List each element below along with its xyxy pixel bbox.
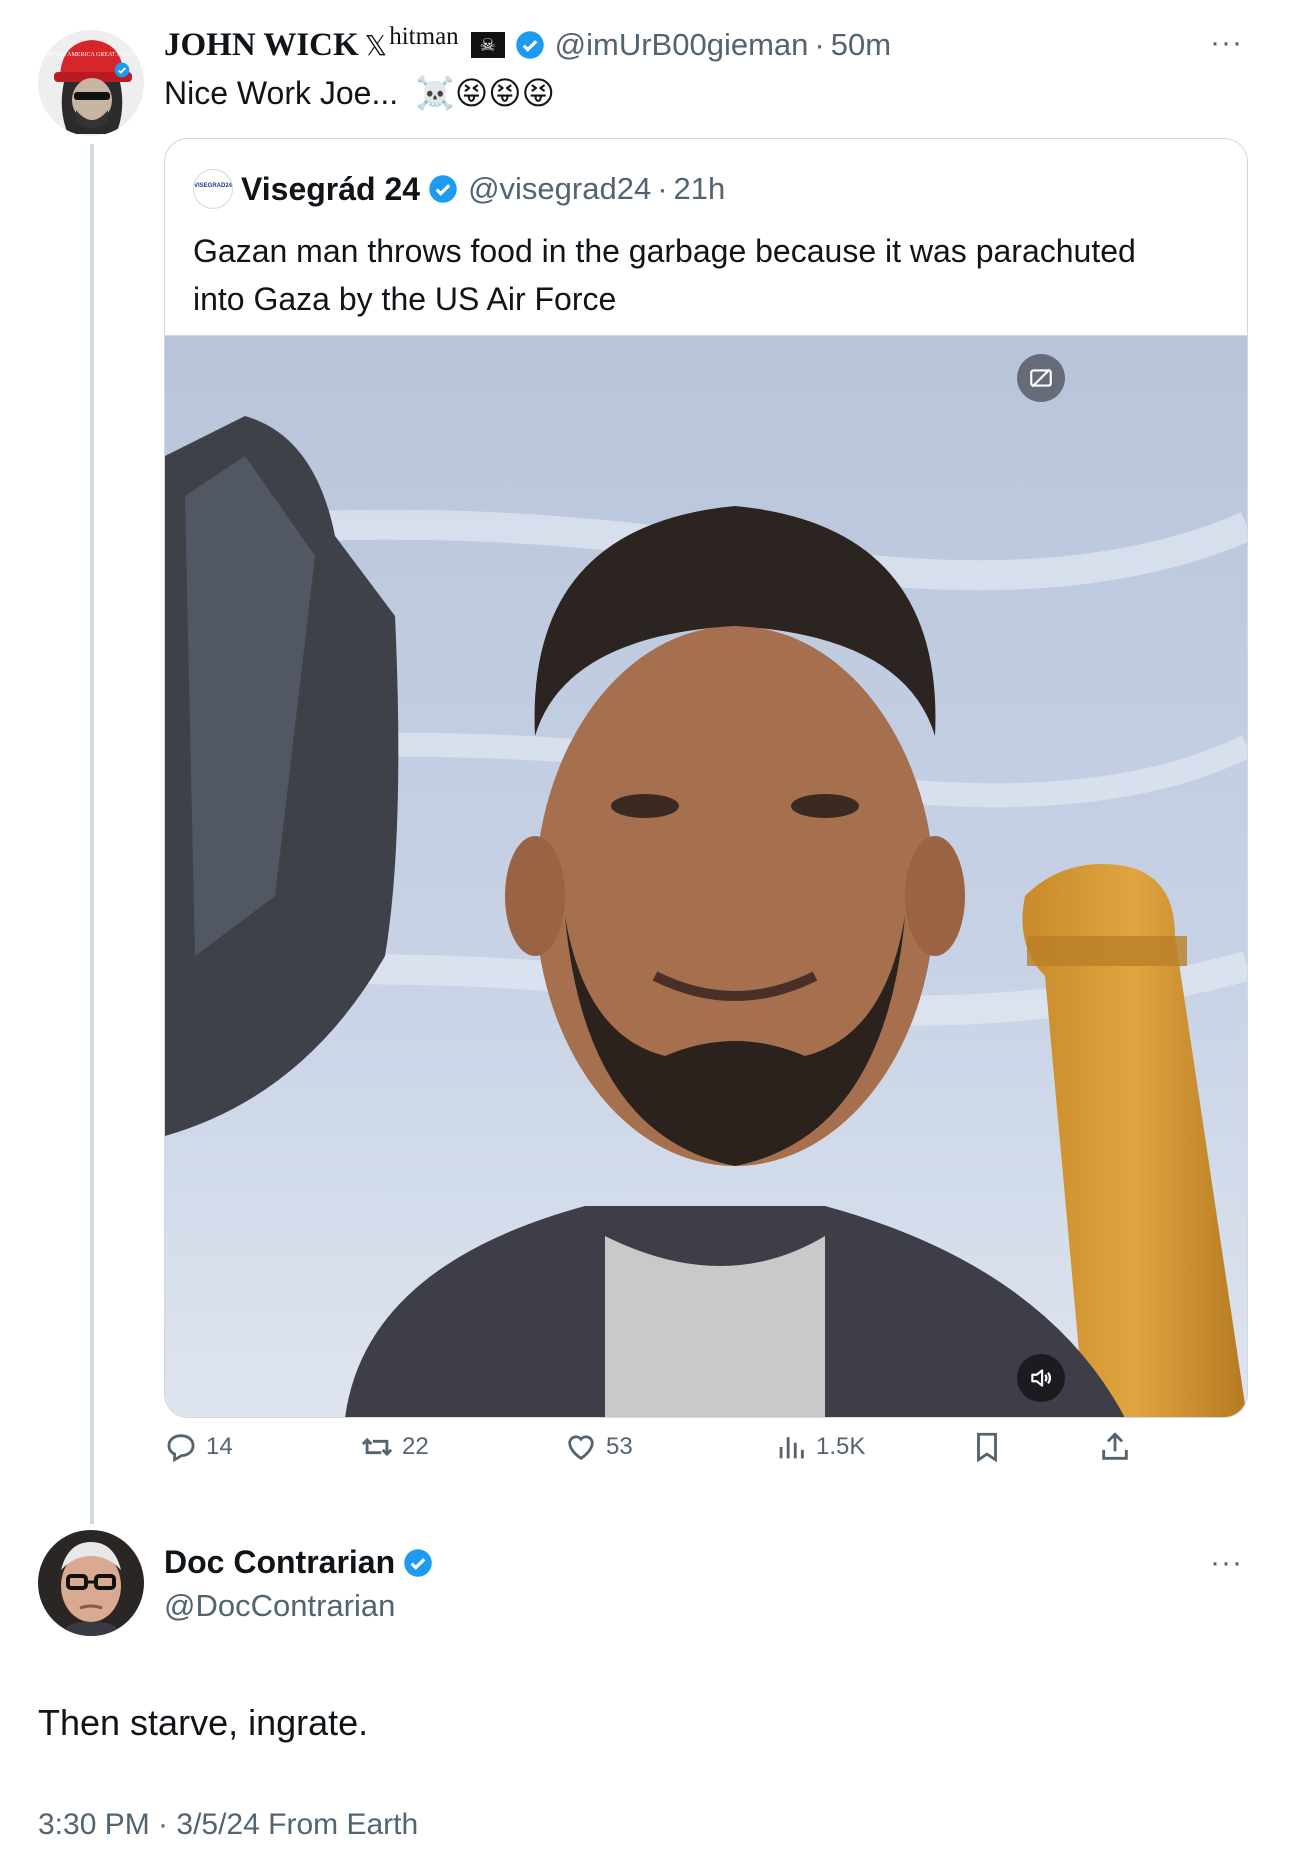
parent-separator: · [814,27,825,62]
parent-tweet-text: Nice Work Joe... ☠️😝😝😝 [164,74,555,112]
share-icon [1102,1432,1128,1460]
verified-badge-icon [515,30,545,60]
quoted-tweet-card[interactable]: VISEGRAD24 Visegrád 24 @visegrad24 · 21h… [164,138,1248,1418]
reply-display-name[interactable]: Doc Contrarian [164,1544,395,1581]
captions-button[interactable] [1017,354,1065,402]
mute-button[interactable] [1017,1354,1065,1402]
verified-badge-icon [428,174,458,204]
quoted-video[interactable] [165,335,1247,1417]
parent-emoji: ☠️😝😝😝 [415,75,555,111]
quoted-display-name[interactable]: Visegrád 24 [241,171,420,208]
parent-header: JOHN WICK 𝕏 hitman ☠ @imUrB00gieman · 50… [164,22,891,68]
speaker-icon [1031,1369,1052,1387]
views-button[interactable]: 1.5K [774,1430,865,1464]
quoted-text: Gazan man throws food in the garbage bec… [193,227,1136,323]
reply-timestamp[interactable]: 3:30 PM · 3/5/24 From Earth [38,1808,418,1842]
quoted-handle[interactable]: @visegrad24 [468,171,651,207]
quoted-separator: · [657,171,668,206]
reply-icon [167,1434,195,1463]
parent-text: Nice Work Joe... [164,75,399,111]
views-chart-icon [779,1437,804,1459]
thread-line [90,144,94,1524]
reply-handle[interactable]: @DocContrarian [164,1588,395,1624]
retweet-icon [361,1437,393,1457]
pirate-flag-icon: ☠ [470,32,505,58]
retweet-button[interactable]: 22 [360,1430,429,1464]
like-button[interactable]: 53 [564,1430,633,1464]
retweet-count: 22 [402,1433,429,1460]
quoted-text-line2: into Gaza by the US Air Force [193,281,617,317]
verified-small-badge [114,62,130,78]
views-count: 1.5K [816,1433,866,1460]
quoted-time[interactable]: 21h [674,171,726,207]
like-count: 53 [606,1433,633,1460]
verified-badge-icon [403,1548,433,1578]
x-logo-icon: 𝕏 [364,29,388,61]
parent-name-suffix: hitman [389,23,459,50]
reply-button[interactable]: 14 [164,1430,233,1464]
avatar-image [38,1530,144,1636]
quoted-text-line1: Gazan man throws food in the garbage bec… [193,233,1136,269]
heart-icon [568,1435,594,1461]
video-frame [165,336,1247,1417]
avatar-image: MAKE AMERICA GREAT AGAIN [38,30,144,136]
reply-count: 14 [206,1433,233,1460]
parent-time[interactable]: 50m [831,27,891,63]
parent-handle[interactable]: @imUrB00gieman [555,27,809,63]
bookmark-button[interactable] [970,1430,1004,1464]
john-wick-avatar[interactable]: MAKE AMERICA GREAT AGAIN [38,30,144,136]
captions-off-icon [1030,368,1052,388]
visegrad-avatar-text: VISEGRAD24 [194,183,233,189]
share-button[interactable] [1098,1430,1132,1464]
tweet-actions: 14 22 53 1.5K [164,1430,1144,1480]
parent-more-icon[interactable]: ··· [1210,26,1243,60]
bookmark-icon [977,1432,997,1463]
visegrad-avatar[interactable]: VISEGRAD24 [193,169,233,209]
doc-contrarian-avatar[interactable] [38,1530,144,1636]
parent-display-name[interactable]: JOHN WICK [164,27,359,64]
cap-text: MAKE AMERICA GREAT AGAIN [48,52,136,58]
reply-header: Doc Contrarian [164,1544,433,1581]
reply-text: Then starve, ingrate. [38,1702,369,1743]
reply-more-icon[interactable]: ··· [1210,1546,1243,1580]
quoted-header: VISEGRAD24 Visegrád 24 @visegrad24 · 21h [193,169,725,209]
